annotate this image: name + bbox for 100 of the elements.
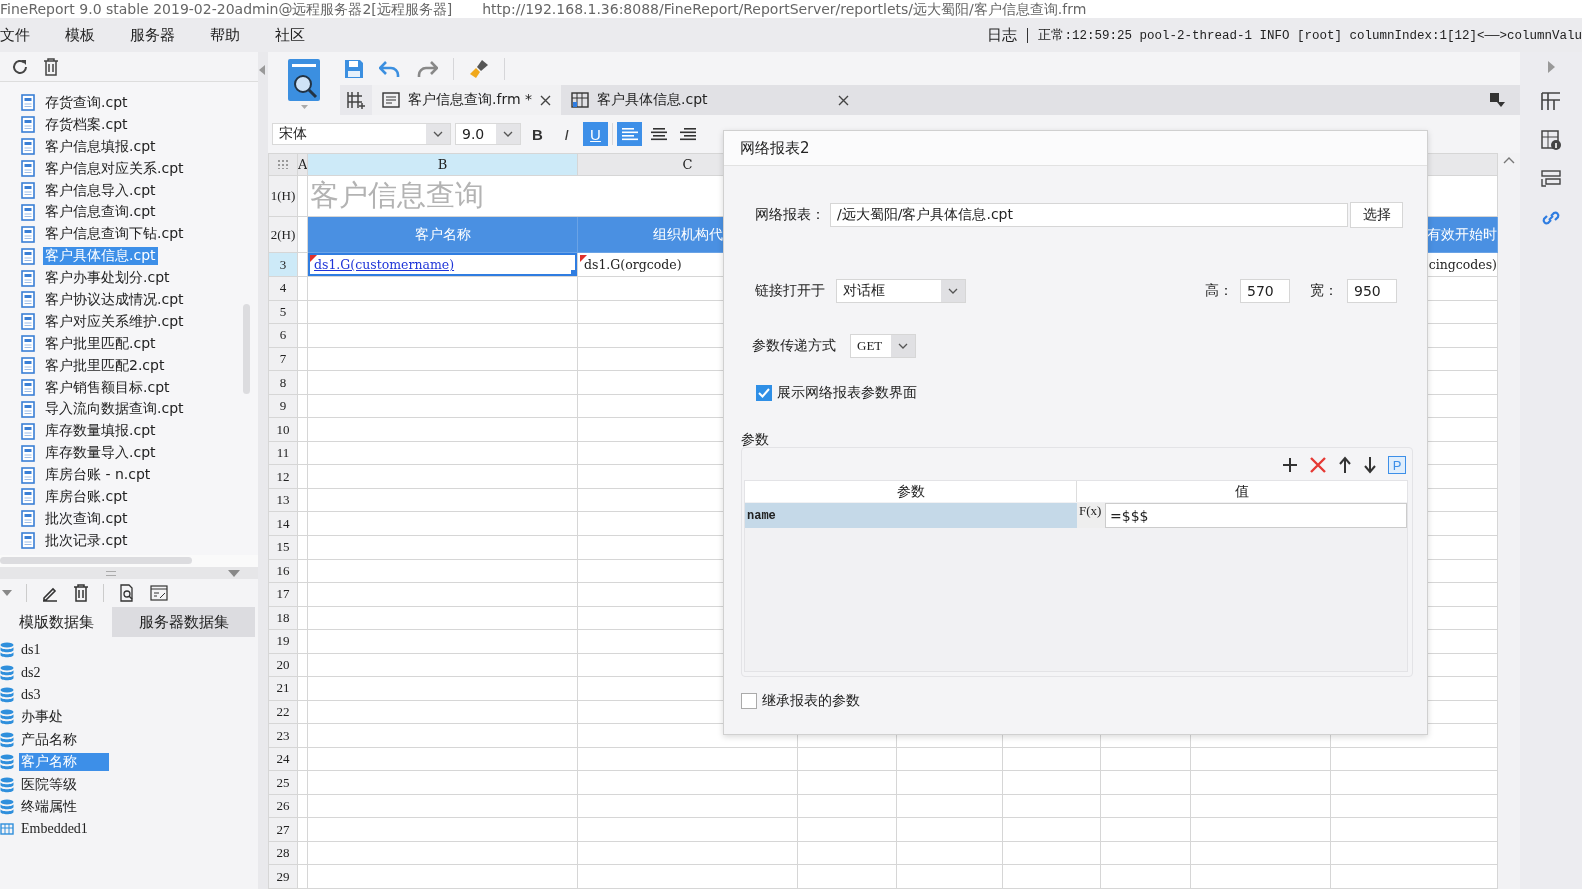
bold-button[interactable]: B [525, 122, 550, 146]
file-item[interactable]: 库房台账 - n.cpt [43, 466, 153, 485]
dock-menu-icon[interactable] [1489, 92, 1505, 108]
file-item[interactable]: 存货查询.cpt [43, 93, 130, 112]
file-item[interactable]: 客户批里匹配2.cpt [43, 356, 167, 375]
fill-handle[interactable] [571, 270, 577, 276]
dropdown-arrow-icon[interactable] [2, 590, 12, 596]
column-header[interactable]: B [307, 153, 578, 176]
file-item[interactable]: 批次记录.cpt [43, 531, 130, 550]
font-select[interactable]: 宋体 [272, 123, 451, 145]
row-header[interactable]: 1(H) [268, 175, 298, 217]
dataset-item[interactable]: ds2 [19, 664, 43, 681]
file-item[interactable]: 批次查询.cpt [43, 509, 130, 528]
file-item[interactable]: 存货档案.cpt [43, 115, 130, 134]
undo-icon[interactable] [379, 59, 401, 78]
dataset-tab[interactable]: 服务器数据集 [112, 607, 255, 637]
menu-item[interactable]: 模板 [65, 25, 95, 45]
table-cell[interactable]: ds1.G(customername) [307, 252, 578, 277]
row-header[interactable]: 5 [268, 300, 298, 324]
row-header[interactable]: 10 [268, 417, 298, 442]
row-header[interactable]: 12 [268, 464, 298, 489]
menu-item[interactable]: 社区 [275, 25, 305, 45]
checkbox[interactable] [756, 385, 772, 401]
add-icon[interactable] [1282, 457, 1298, 473]
file-item[interactable]: 客户信息查询下钻.cpt [43, 225, 186, 244]
menu-item[interactable]: 帮助 [210, 25, 240, 45]
choose-button[interactable]: 选择 [1350, 202, 1403, 228]
row-header[interactable]: 8 [268, 370, 298, 395]
layout-icon[interactable] [1540, 90, 1562, 112]
param-name-cell[interactable]: name [745, 503, 1077, 528]
file-item[interactable]: 客户信息填报.cpt [43, 137, 158, 156]
row-header[interactable]: 28 [268, 841, 298, 865]
open-in-select[interactable]: 对话框 [836, 279, 966, 303]
close-icon[interactable] [540, 94, 551, 106]
row-header[interactable]: 17 [268, 582, 298, 607]
scroll-up-icon[interactable] [1503, 157, 1515, 164]
expand-right-icon[interactable] [1547, 61, 1555, 73]
file-item[interactable]: 库存数量填报.cpt [43, 422, 158, 441]
dataset-item[interactable]: 办事处 [19, 708, 65, 727]
dataset-item[interactable]: 医院等级 [19, 775, 79, 794]
save-icon[interactable] [344, 58, 364, 79]
formula-button[interactable]: F(x) [1077, 503, 1105, 528]
refresh-icon[interactable] [11, 57, 29, 76]
arrow-down-icon[interactable] [1363, 456, 1377, 474]
trash-icon[interactable] [43, 57, 59, 76]
arrow-up-icon[interactable] [1338, 456, 1352, 474]
report-preview-icon[interactable] [287, 58, 321, 102]
file-item[interactable]: 客户协议达成情况.cpt [43, 290, 186, 309]
scrollbar-thumb[interactable] [243, 304, 250, 394]
dataset-item[interactable]: Embedded1 [19, 821, 90, 838]
dataset-item[interactable]: ds1 [19, 642, 43, 659]
row-header[interactable]: 21 [268, 676, 298, 701]
checkbox[interactable] [741, 693, 757, 709]
editor-tab[interactable]: 客户信息查询.frm * [372, 85, 561, 115]
row-header[interactable]: 25 [268, 770, 298, 795]
row-header[interactable]: 6 [268, 323, 298, 348]
size-select[interactable]: 9.0 [455, 123, 521, 145]
scrollbar-thumb[interactable] [0, 557, 192, 564]
collapse-arrow-icon[interactable] [228, 569, 240, 577]
grid-add-icon[interactable] [347, 91, 365, 109]
param-value-field[interactable]: =$$$ [1105, 503, 1407, 528]
row-header[interactable]: 16 [268, 559, 298, 583]
row-header[interactable]: 2(H) [268, 216, 298, 253]
height-field[interactable]: 570 [1240, 279, 1290, 303]
edit-window-icon[interactable] [150, 585, 168, 601]
select-all-corner[interactable] [268, 153, 298, 176]
close-icon[interactable] [838, 94, 849, 106]
file-item[interactable]: 客户销售额目标.cpt [43, 378, 172, 397]
row-header[interactable]: 7 [268, 347, 298, 371]
format-brush-icon[interactable] [469, 58, 489, 79]
file-item[interactable]: 客户办事处划分.cpt [43, 269, 172, 288]
row-header[interactable]: 13 [268, 488, 298, 512]
info-table-icon[interactable] [1540, 129, 1562, 151]
row-header[interactable]: 4 [268, 276, 298, 301]
method-select[interactable]: GET [850, 334, 916, 358]
menu-item[interactable]: 文件 [0, 25, 30, 45]
row-header[interactable]: 11 [268, 441, 298, 465]
dataset-item[interactable]: 终端属性 [19, 797, 79, 816]
delete-icon[interactable] [1309, 456, 1327, 474]
width-field[interactable]: 950 [1347, 279, 1397, 303]
file-item[interactable]: 客户信息对应关系.cpt [43, 159, 186, 178]
grip-icon[interactable] [106, 570, 116, 576]
row-header[interactable]: 29 [268, 864, 298, 889]
file-item[interactable]: 客户信息查询.cpt [43, 203, 158, 222]
row-header[interactable]: 19 [268, 629, 298, 654]
row-header[interactable]: 26 [268, 794, 298, 818]
log-button[interactable]: 日志 [987, 25, 1018, 45]
file-item[interactable]: 客户对应关系维护.cpt [43, 312, 186, 331]
file-item[interactable]: 库房台账.cpt [43, 487, 130, 506]
row-header[interactable]: 27 [268, 817, 298, 842]
file-item[interactable]: 客户批里匹配.cpt [43, 334, 158, 353]
file-item[interactable]: 客户信息导入.cpt [43, 181, 158, 200]
italic-button[interactable]: I [554, 122, 579, 146]
row-header[interactable]: 3 [268, 252, 298, 277]
preview-icon[interactable] [118, 584, 136, 602]
row-header[interactable]: 20 [268, 653, 298, 677]
row-header[interactable]: 24 [268, 747, 298, 771]
row-header[interactable]: 15 [268, 535, 298, 559]
row-header[interactable]: 9 [268, 394, 298, 418]
row-header[interactable]: 18 [268, 606, 298, 630]
